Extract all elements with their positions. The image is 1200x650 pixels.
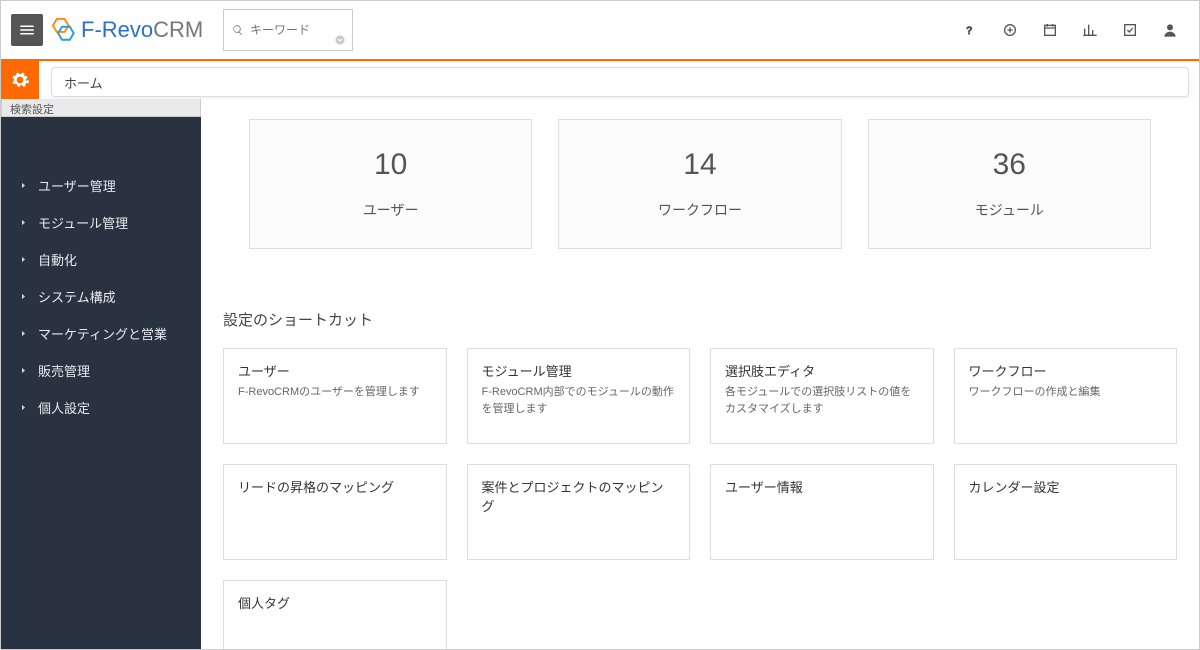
svg-text:?: ?	[966, 25, 973, 37]
logo-icon	[49, 17, 75, 43]
chevron-down-icon[interactable]	[334, 34, 346, 46]
search-input[interactable]	[250, 23, 344, 37]
user-icon	[1162, 22, 1178, 38]
chevron-right-icon	[19, 403, 28, 412]
breadcrumb-row: ホーム	[1, 61, 1199, 99]
shortcut-personal-tags[interactable]: 個人タグ	[223, 580, 447, 649]
settings-gear-button[interactable]	[1, 61, 39, 99]
summary-label: ワークフロー	[658, 200, 742, 220]
sidebar-item-marketing-sales[interactable]: マーケティングと営業	[1, 315, 201, 352]
chevron-right-icon	[19, 292, 28, 301]
summary-card-workflows[interactable]: 14 ワークフロー	[558, 119, 841, 249]
shortcut-title: カレンダー設定	[969, 477, 1163, 496]
shortcut-desc: F-RevoCRM内部でのモジュールの動作を管理します	[482, 384, 676, 417]
shortcut-desc: F-RevoCRMのユーザーを管理します	[238, 384, 432, 401]
breadcrumb[interactable]: ホーム	[51, 67, 1189, 97]
brand-logo: F-RevoCRM	[49, 17, 203, 43]
section-title-shortcuts: 設定のショートカット	[223, 309, 1181, 330]
shortcut-title: 個人タグ	[238, 593, 432, 612]
chevron-right-icon	[19, 255, 28, 264]
reports-button[interactable]	[1081, 21, 1099, 39]
gear-icon	[10, 70, 30, 90]
hamburger-menu[interactable]	[11, 14, 43, 46]
shortcut-picklist-editor[interactable]: 選択肢エディタ 各モジュールでの選択肢リストの値をカスタマイズします	[710, 348, 934, 444]
shortcut-title: リードの昇格のマッピング	[238, 477, 432, 496]
summary-label: ユーザー	[363, 200, 419, 220]
chevron-right-icon	[19, 366, 28, 375]
user-menu[interactable]	[1161, 21, 1179, 39]
shortcut-title: 選択肢エディタ	[725, 361, 919, 380]
sidebar-item-personal-settings[interactable]: 個人設定	[1, 389, 201, 426]
sidebar-item-label: モジュール管理	[38, 213, 128, 232]
add-button[interactable]	[1001, 21, 1019, 39]
shortcut-desc: 各モジュールでの選択肢リストの値をカスタマイズします	[725, 384, 919, 417]
help-icon: ?	[962, 22, 978, 38]
main-content: 10 ユーザー 14 ワークフロー 36 モジュール 設定のショートカット ユー…	[201, 99, 1199, 649]
chevron-right-icon	[19, 218, 28, 227]
help-button[interactable]: ?	[961, 21, 979, 39]
shortcut-user-info[interactable]: ユーザー情報	[710, 464, 934, 560]
shortcut-users[interactable]: ユーザー F-RevoCRMのユーザーを管理します	[223, 348, 447, 444]
sidebar-item-label: 個人設定	[38, 398, 90, 417]
summary-value: 36	[993, 148, 1026, 182]
shortcut-module-management[interactable]: モジュール管理 F-RevoCRM内部でのモジュールの動作を管理します	[467, 348, 691, 444]
sidebar-item-label: マーケティングと営業	[38, 324, 167, 343]
shortcut-title: モジュール管理	[482, 361, 676, 380]
sidebar: 検索設定 ユーザー管理 モジュール管理 自動化 システム構成 マーケティングと営…	[1, 99, 201, 649]
summary-label: モジュール	[975, 200, 1044, 220]
breadcrumb-home: ホーム	[64, 73, 103, 92]
plus-circle-icon	[1002, 22, 1018, 38]
calendar-icon	[1042, 22, 1058, 38]
menu-icon	[18, 21, 36, 39]
search-settings-field[interactable]: 検索設定	[1, 99, 201, 117]
brand-text-2: CRM	[153, 17, 203, 42]
shortcut-title: ユーザー情報	[725, 477, 919, 496]
summary-cards-row: 10 ユーザー 14 ワークフロー 36 モジュール	[219, 119, 1181, 249]
bar-chart-icon	[1082, 22, 1098, 38]
shortcut-title: ユーザー	[238, 361, 432, 380]
shortcut-lead-mapping[interactable]: リードの昇格のマッピング	[223, 464, 447, 560]
sidebar-item-automation[interactable]: 自動化	[1, 241, 201, 278]
topbar: F-RevoCRM ?	[1, 1, 1199, 61]
sidebar-item-label: システム構成	[38, 287, 116, 306]
chevron-right-icon	[19, 329, 28, 338]
sidebar-item-sales-management[interactable]: 販売管理	[1, 352, 201, 389]
shortcut-calendar-settings[interactable]: カレンダー設定	[954, 464, 1178, 560]
summary-card-modules[interactable]: 36 モジュール	[868, 119, 1151, 249]
global-search-box[interactable]	[223, 9, 353, 51]
summary-card-users[interactable]: 10 ユーザー	[249, 119, 532, 249]
brand-text-1: F-Revo	[81, 17, 153, 42]
shortcuts-grid: ユーザー F-RevoCRMのユーザーを管理します モジュール管理 F-Revo…	[219, 348, 1181, 649]
summary-value: 10	[374, 148, 407, 182]
sidebar-item-user-management[interactable]: ユーザー管理	[1, 167, 201, 204]
sidebar-item-system-config[interactable]: システム構成	[1, 278, 201, 315]
shortcut-title: 案件とプロジェクトのマッピング	[482, 477, 676, 515]
search-icon	[232, 23, 244, 37]
tasks-button[interactable]	[1121, 21, 1139, 39]
topbar-actions: ?	[961, 21, 1179, 39]
chevron-right-icon	[19, 181, 28, 190]
calendar-button[interactable]	[1041, 21, 1059, 39]
page-title	[223, 99, 1181, 107]
shortcut-project-mapping[interactable]: 案件とプロジェクトのマッピング	[467, 464, 691, 560]
shortcut-desc: ワークフローの作成と編集	[969, 384, 1163, 401]
sidebar-item-label: 販売管理	[38, 361, 90, 380]
shortcut-workflow[interactable]: ワークフロー ワークフローの作成と編集	[954, 348, 1178, 444]
shortcut-title: ワークフロー	[969, 361, 1163, 380]
sidebar-item-module-management[interactable]: モジュール管理	[1, 204, 201, 241]
check-square-icon	[1122, 22, 1138, 38]
sidebar-item-label: 自動化	[38, 250, 77, 269]
sidebar-item-label: ユーザー管理	[38, 176, 116, 195]
summary-value: 14	[683, 148, 716, 182]
